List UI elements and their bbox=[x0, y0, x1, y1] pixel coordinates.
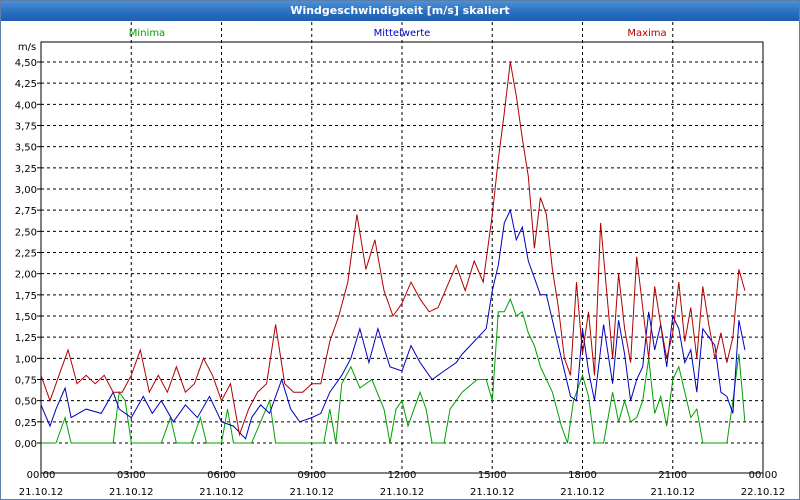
legend-minima: Minima bbox=[129, 28, 165, 39]
y-tick-label: 1,00 bbox=[15, 354, 37, 365]
y-tick-label: 3,25 bbox=[15, 164, 37, 175]
y-tick-label: 0,00 bbox=[15, 439, 37, 450]
x-tick-time-label: 12:00 bbox=[388, 470, 417, 481]
x-tick-date-label: 21.10.12 bbox=[199, 487, 244, 498]
x-tick-time-label: 00:00 bbox=[749, 470, 778, 481]
y-tick-label: 0,50 bbox=[15, 397, 37, 408]
x-tick-date-label: 21.10.12 bbox=[380, 487, 425, 498]
x-tick-time-label: 09:00 bbox=[297, 470, 326, 481]
y-tick-label: 4,00 bbox=[15, 100, 37, 111]
x-tick-time-label: 21:00 bbox=[658, 470, 687, 481]
x-tick-date-label: 22.10.12 bbox=[741, 487, 786, 498]
y-axis: m/s 0,00 0,25 0,50 0,75 1,00 1,25 1,50 1,75 2,00… bbox=[15, 42, 41, 450]
x-axis: 00:00 21.10.12 03:00 21.10.12 06:00 21.10.12 0… bbox=[19, 470, 786, 498]
x-tick-date-label: 21.10.12 bbox=[109, 487, 154, 498]
chart-window: Windgeschwindigkeit [m/s] skaliert m/s 0… bbox=[0, 0, 800, 500]
legend: Minima Mittelwerte Maxima bbox=[129, 28, 667, 39]
wind-speed-chart: m/s 0,00 0,25 0,50 0,75 1,00 1,25 1,50 1,75 2,00… bbox=[15, 22, 786, 498]
x-tick-time-label: 03:00 bbox=[117, 470, 146, 481]
x-tick-time-label: 00:00 bbox=[27, 470, 56, 481]
y-tick-label: 1,25 bbox=[15, 333, 37, 344]
legend-mittelwerte: Mittelwerte bbox=[374, 28, 431, 39]
y-tick-label: 1,50 bbox=[15, 312, 37, 323]
x-tick-date-label: 21.10.12 bbox=[470, 487, 515, 498]
legend-maxima: Maxima bbox=[627, 28, 666, 39]
window-title-bar: Windgeschwindigkeit [m/s] skaliert bbox=[1, 1, 799, 21]
y-tick-label: 3,50 bbox=[15, 143, 37, 154]
x-tick-date-label: 21.10.12 bbox=[289, 487, 334, 498]
y-tick-label: 2,00 bbox=[15, 270, 37, 281]
y-tick-label: 1,75 bbox=[15, 291, 37, 302]
y-tick-label: 0,75 bbox=[15, 376, 37, 387]
x-tick-time-label: 18:00 bbox=[568, 470, 597, 481]
x-tick-time-label: 06:00 bbox=[207, 470, 236, 481]
y-tick-label: 2,75 bbox=[15, 206, 37, 217]
y-tick-label: 4,50 bbox=[15, 58, 37, 69]
y-tick-label: 3,00 bbox=[15, 185, 37, 196]
x-tick-date-label: 21.10.12 bbox=[650, 487, 695, 498]
y-tick-label: 4,25 bbox=[15, 79, 37, 90]
y-tick-label: 2,25 bbox=[15, 249, 37, 260]
y-tick-label: 2,50 bbox=[15, 227, 37, 238]
x-tick-date-label: 21.10.12 bbox=[19, 487, 64, 498]
y-tick-label: 3,75 bbox=[15, 122, 37, 133]
y-axis-unit-label: m/s bbox=[18, 42, 36, 53]
x-tick-date-label: 21.10.12 bbox=[560, 487, 605, 498]
x-tick-time-label: 15:00 bbox=[478, 470, 507, 481]
y-tick-label: 0,25 bbox=[15, 418, 37, 429]
